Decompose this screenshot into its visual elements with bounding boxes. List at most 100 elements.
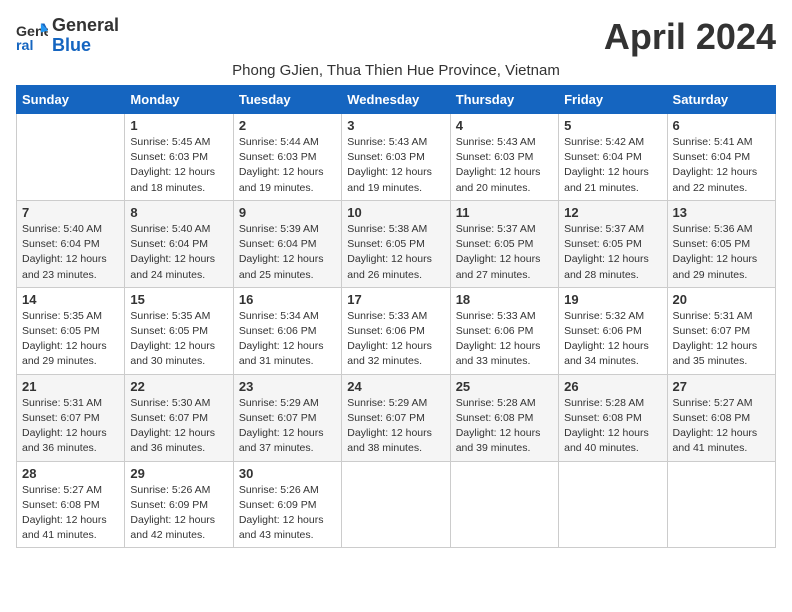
- day-number: 21: [22, 379, 119, 394]
- day-info: Sunrise: 5:37 AM Sunset: 6:05 PM Dayligh…: [456, 222, 553, 283]
- day-number: 23: [239, 379, 336, 394]
- header-day-wednesday: Wednesday: [342, 86, 450, 114]
- calendar-cell: 30 Sunrise: 5:26 AM Sunset: 6:09 PM Dayli…: [233, 461, 341, 548]
- day-info: Sunrise: 5:27 AM Sunset: 6:08 PM Dayligh…: [22, 483, 119, 544]
- day-number: 17: [347, 292, 444, 307]
- day-number: 15: [130, 292, 227, 307]
- calendar-cell: 11 Sunrise: 5:37 AM Sunset: 6:05 PM Dayli…: [450, 200, 558, 287]
- calendar-cell: 29 Sunrise: 5:26 AM Sunset: 6:09 PM Dayli…: [125, 461, 233, 548]
- day-info: Sunrise: 5:27 AM Sunset: 6:08 PM Dayligh…: [673, 396, 770, 457]
- calendar-cell: 4 Sunrise: 5:43 AM Sunset: 6:03 PM Daylig…: [450, 114, 558, 201]
- calendar-cell: 2 Sunrise: 5:44 AM Sunset: 6:03 PM Daylig…: [233, 114, 341, 201]
- calendar-table: SundayMondayTuesdayWednesdayThursdayFrid…: [16, 85, 776, 548]
- day-info: Sunrise: 5:26 AM Sunset: 6:09 PM Dayligh…: [130, 483, 227, 544]
- day-info: Sunrise: 5:40 AM Sunset: 6:04 PM Dayligh…: [22, 222, 119, 283]
- calendar-cell: 28 Sunrise: 5:27 AM Sunset: 6:08 PM Dayli…: [17, 461, 125, 548]
- day-number: 28: [22, 466, 119, 481]
- day-number: 14: [22, 292, 119, 307]
- day-number: 30: [239, 466, 336, 481]
- header-day-tuesday: Tuesday: [233, 86, 341, 114]
- calendar-cell: 13 Sunrise: 5:36 AM Sunset: 6:05 PM Dayli…: [667, 200, 775, 287]
- day-number: 2: [239, 118, 336, 133]
- day-info: Sunrise: 5:36 AM Sunset: 6:05 PM Dayligh…: [673, 222, 770, 283]
- day-info: Sunrise: 5:33 AM Sunset: 6:06 PM Dayligh…: [347, 309, 444, 370]
- calendar-cell: [667, 461, 775, 548]
- day-number: 18: [456, 292, 553, 307]
- day-number: 6: [673, 118, 770, 133]
- day-number: 4: [456, 118, 553, 133]
- day-info: Sunrise: 5:26 AM Sunset: 6:09 PM Dayligh…: [239, 483, 336, 544]
- day-number: 20: [673, 292, 770, 307]
- day-number: 22: [130, 379, 227, 394]
- logo-text-line1: General: [52, 16, 119, 36]
- calendar-cell: 10 Sunrise: 5:38 AM Sunset: 6:05 PM Dayli…: [342, 200, 450, 287]
- day-info: Sunrise: 5:43 AM Sunset: 6:03 PM Dayligh…: [456, 135, 553, 196]
- calendar-cell: [17, 114, 125, 201]
- header-day-sunday: Sunday: [17, 86, 125, 114]
- calendar-cell: 15 Sunrise: 5:35 AM Sunset: 6:05 PM Dayli…: [125, 287, 233, 374]
- header-day-saturday: Saturday: [667, 86, 775, 114]
- header: Gene ral General Blue April 2024: [16, 16, 776, 58]
- calendar-cell: 12 Sunrise: 5:37 AM Sunset: 6:05 PM Dayli…: [559, 200, 667, 287]
- day-info: Sunrise: 5:35 AM Sunset: 6:05 PM Dayligh…: [130, 309, 227, 370]
- day-number: 25: [456, 379, 553, 394]
- calendar-cell: 17 Sunrise: 5:33 AM Sunset: 6:06 PM Dayli…: [342, 287, 450, 374]
- day-info: Sunrise: 5:28 AM Sunset: 6:08 PM Dayligh…: [564, 396, 661, 457]
- calendar-cell: 14 Sunrise: 5:35 AM Sunset: 6:05 PM Dayli…: [17, 287, 125, 374]
- day-info: Sunrise: 5:28 AM Sunset: 6:08 PM Dayligh…: [456, 396, 553, 457]
- calendar-cell: 21 Sunrise: 5:31 AM Sunset: 6:07 PM Dayli…: [17, 374, 125, 461]
- day-info: Sunrise: 5:39 AM Sunset: 6:04 PM Dayligh…: [239, 222, 336, 283]
- calendar-week-5: 28 Sunrise: 5:27 AM Sunset: 6:08 PM Dayli…: [17, 461, 776, 548]
- day-info: Sunrise: 5:44 AM Sunset: 6:03 PM Dayligh…: [239, 135, 336, 196]
- day-info: Sunrise: 5:33 AM Sunset: 6:06 PM Dayligh…: [456, 309, 553, 370]
- svg-text:ral: ral: [16, 38, 33, 52]
- day-number: 12: [564, 205, 661, 220]
- calendar-week-1: 1Sunrise: 5:45 AM Sunset: 6:03 PM Daylig…: [17, 114, 776, 201]
- calendar-week-4: 21 Sunrise: 5:31 AM Sunset: 6:07 PM Dayli…: [17, 374, 776, 461]
- logo: Gene ral General Blue: [16, 16, 119, 56]
- day-number: 10: [347, 205, 444, 220]
- calendar-cell: [342, 461, 450, 548]
- day-info: Sunrise: 5:34 AM Sunset: 6:06 PM Dayligh…: [239, 309, 336, 370]
- day-number: 3: [347, 118, 444, 133]
- day-info: Sunrise: 5:30 AM Sunset: 6:07 PM Dayligh…: [130, 396, 227, 457]
- header-day-monday: Monday: [125, 86, 233, 114]
- day-number: 19: [564, 292, 661, 307]
- calendar-cell: 22 Sunrise: 5:30 AM Sunset: 6:07 PM Dayli…: [125, 374, 233, 461]
- logo-text-line2: Blue: [52, 36, 119, 56]
- day-info: Sunrise: 5:37 AM Sunset: 6:05 PM Dayligh…: [564, 222, 661, 283]
- day-number: 16: [239, 292, 336, 307]
- subtitle: Phong GJien, Thua Thien Hue Province, Vi…: [16, 62, 776, 79]
- day-info: Sunrise: 5:29 AM Sunset: 6:07 PM Dayligh…: [347, 396, 444, 457]
- day-info: Sunrise: 5:38 AM Sunset: 6:05 PM Dayligh…: [347, 222, 444, 283]
- day-number: 13: [673, 205, 770, 220]
- calendar-cell: [559, 461, 667, 548]
- day-info: Sunrise: 5:29 AM Sunset: 6:07 PM Dayligh…: [239, 396, 336, 457]
- day-number: 5: [564, 118, 661, 133]
- calendar-cell: 18 Sunrise: 5:33 AM Sunset: 6:06 PM Dayli…: [450, 287, 558, 374]
- logo-icon: Gene ral: [16, 20, 48, 52]
- day-number: 9: [239, 205, 336, 220]
- calendar-cell: 9 Sunrise: 5:39 AM Sunset: 6:04 PM Daylig…: [233, 200, 341, 287]
- calendar-cell: 27 Sunrise: 5:27 AM Sunset: 6:08 PM Dayli…: [667, 374, 775, 461]
- day-number: 29: [130, 466, 227, 481]
- day-info: Sunrise: 5:32 AM Sunset: 6:06 PM Dayligh…: [564, 309, 661, 370]
- calendar-cell: 26Sunrise: 5:28 AM Sunset: 6:08 PM Dayli…: [559, 374, 667, 461]
- title-area: April 2024: [604, 16, 776, 58]
- day-number: 11: [456, 205, 553, 220]
- calendar-cell: 6 Sunrise: 5:41 AM Sunset: 6:04 PM Daylig…: [667, 114, 775, 201]
- calendar-cell: 3Sunrise: 5:43 AM Sunset: 6:03 PM Daylig…: [342, 114, 450, 201]
- day-info: Sunrise: 5:31 AM Sunset: 6:07 PM Dayligh…: [22, 396, 119, 457]
- day-info: Sunrise: 5:42 AM Sunset: 6:04 PM Dayligh…: [564, 135, 661, 196]
- header-day-thursday: Thursday: [450, 86, 558, 114]
- calendar-cell: 1Sunrise: 5:45 AM Sunset: 6:03 PM Daylig…: [125, 114, 233, 201]
- day-info: Sunrise: 5:45 AM Sunset: 6:03 PM Dayligh…: [130, 135, 227, 196]
- day-info: Sunrise: 5:40 AM Sunset: 6:04 PM Dayligh…: [130, 222, 227, 283]
- day-number: 24: [347, 379, 444, 394]
- calendar-cell: 7Sunrise: 5:40 AM Sunset: 6:04 PM Daylig…: [17, 200, 125, 287]
- day-info: Sunrise: 5:35 AM Sunset: 6:05 PM Dayligh…: [22, 309, 119, 370]
- day-number: 27: [673, 379, 770, 394]
- calendar-cell: 16 Sunrise: 5:34 AM Sunset: 6:06 PM Dayli…: [233, 287, 341, 374]
- day-info: Sunrise: 5:41 AM Sunset: 6:04 PM Dayligh…: [673, 135, 770, 196]
- calendar-cell: 19 Sunrise: 5:32 AM Sunset: 6:06 PM Dayli…: [559, 287, 667, 374]
